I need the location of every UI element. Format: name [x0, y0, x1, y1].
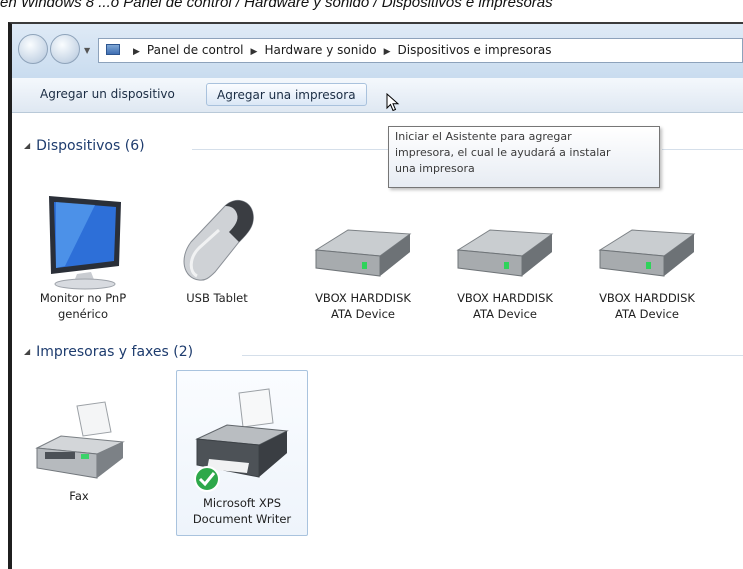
group-divider	[242, 355, 743, 356]
device-harddisk-3[interactable]: VBOX HARDDISK ATA Device	[582, 192, 712, 322]
page-caption: en Windows 8 ...o Panel de control / Har…	[0, 0, 553, 11]
device-label: VBOX HARDDISK	[315, 291, 411, 305]
add-device-button[interactable]: Agregar un dispositivo	[30, 83, 185, 106]
chevron-right-icon[interactable]: ▶	[384, 47, 391, 57]
device-harddisk-1[interactable]: VBOX HARDDISK ATA Device	[298, 192, 428, 322]
explorer-window: ▼ ▶ Panel de control ▶ Hardware y sonido ▶ Di…	[8, 22, 743, 569]
devices-group-title: Dispositivos (6)	[36, 138, 145, 154]
harddisk-icon	[598, 229, 696, 277]
breadcrumb-devices-printers[interactable]: Dispositivos e impresoras	[398, 43, 552, 57]
printer-fax[interactable]: Fax	[24, 398, 134, 504]
device-monitor[interactable]: Monitor no PnP genérico	[18, 192, 148, 322]
printers-group-title: Impresoras y faxes (2)	[36, 344, 194, 360]
add-printer-button[interactable]: Agregar una impresora	[206, 83, 367, 106]
printer-label: Document Writer	[192, 512, 292, 526]
device-label: ATA Device	[615, 307, 679, 321]
breadcrumb-hardware-sound[interactable]: Hardware y sonido	[264, 43, 376, 57]
printers-group-header[interactable]: ◢ Impresoras y faxes (2)	[24, 344, 193, 360]
chevron-right-icon[interactable]: ▶	[133, 47, 140, 57]
tooltip-line: impresora, el cual le ayudará a instalar	[395, 146, 611, 159]
printer-label: Microsoft XPS	[202, 496, 282, 510]
harddisk-icon	[456, 229, 554, 277]
device-label: genérico	[57, 307, 109, 321]
printer-microsoft-xps[interactable]: Microsoft XPS Document Writer	[176, 370, 308, 536]
back-button[interactable]	[18, 34, 48, 64]
command-toolbar: Agregar un dispositivo Agregar una impre…	[12, 78, 743, 113]
printer-icon	[194, 388, 289, 492]
chevron-right-icon[interactable]: ▶	[251, 47, 258, 57]
printer-label: Fax	[69, 489, 89, 503]
navigation-bar: ▼ ▶ Panel de control ▶ Hardware y sonido ▶ Di…	[12, 24, 743, 78]
device-label: ATA Device	[473, 307, 537, 321]
forward-button[interactable]	[50, 34, 80, 64]
group-divider	[662, 149, 743, 150]
device-label: USB Tablet	[186, 291, 248, 305]
default-printer-check-icon	[194, 466, 220, 492]
device-label: Monitor no PnP	[39, 291, 127, 305]
tooltip-line: una impresora	[395, 162, 475, 175]
monitor-icon	[49, 196, 121, 290]
devices-group-header[interactable]: ◢ Dispositivos (6)	[24, 138, 145, 154]
mouse-cursor-icon	[386, 93, 400, 112]
mouse-icon	[183, 199, 254, 281]
device-usb-tablet[interactable]: USB Tablet	[152, 192, 282, 306]
add-printer-tooltip: Iniciar el Asistente para agregar impres…	[388, 126, 660, 188]
device-label: VBOX HARDDISK	[599, 291, 695, 305]
device-label: ATA Device	[331, 307, 395, 321]
collapse-triangle-icon[interactable]: ◢	[24, 347, 30, 356]
recent-pages-dropdown-icon[interactable]: ▼	[84, 46, 90, 55]
harddisk-icon	[314, 229, 412, 277]
group-divider	[192, 149, 392, 150]
address-bar[interactable]: ▶ Panel de control ▶ Hardware y sonido ▶ Disp…	[98, 38, 743, 63]
device-harddisk-2[interactable]: VBOX HARDDISK ATA Device	[440, 192, 570, 322]
tooltip-line: Iniciar el Asistente para agregar	[395, 130, 572, 143]
breadcrumb-control-panel[interactable]: Panel de control	[147, 43, 244, 57]
collapse-triangle-icon[interactable]: ◢	[24, 141, 30, 150]
fax-icon	[35, 401, 125, 479]
device-label: VBOX HARDDISK	[457, 291, 553, 305]
control-panel-icon	[106, 44, 120, 55]
